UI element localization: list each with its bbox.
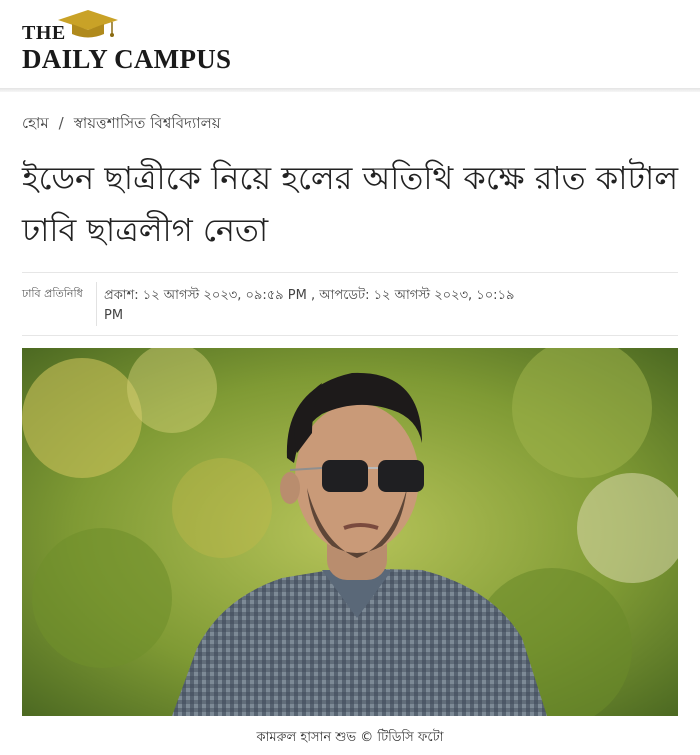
- breadcrumb-separator: /: [58, 114, 64, 132]
- meta-bottom-divider: [22, 335, 678, 336]
- article-photo[interactable]: [22, 348, 678, 716]
- photo-caption: কামরুল হাসান শুভ © টিডিসি ফটো: [256, 730, 444, 745]
- header-divider: [0, 88, 700, 92]
- meta-top-divider: [22, 272, 678, 273]
- breadcrumb: হোম / স্বায়ত্তশাসিত বিশ্ববিদ্যালয়: [22, 112, 221, 137]
- article-title: ইডেন ছাত্রীকে নিয়ে হলের অতিথি কক্ষে রাত…: [22, 159, 679, 249]
- site-logo[interactable]: THE DAILY CAMPUS: [22, 8, 231, 80]
- logo-name-text: DAILY CAMPUS: [22, 44, 232, 74]
- logo-the-text: THE: [22, 22, 66, 44]
- site-header: THE DAILY CAMPUS: [0, 0, 700, 88]
- article-author[interactable]: ঢাবি প্রতিনিধি: [22, 286, 84, 302]
- article-photo-graphic: [22, 348, 678, 716]
- article-dates: প্রকাশ: ১২ আগস্ট ২০২৩, ০৯:৫৯ PM , আপডেট:…: [104, 288, 515, 323]
- breadcrumb-home-link[interactable]: হোম: [22, 114, 49, 132]
- breadcrumb-category-link[interactable]: স্বায়ত্তশাসিত বিশ্ববিদ্যালয়: [74, 114, 221, 132]
- meta-vertical-divider: [96, 282, 97, 326]
